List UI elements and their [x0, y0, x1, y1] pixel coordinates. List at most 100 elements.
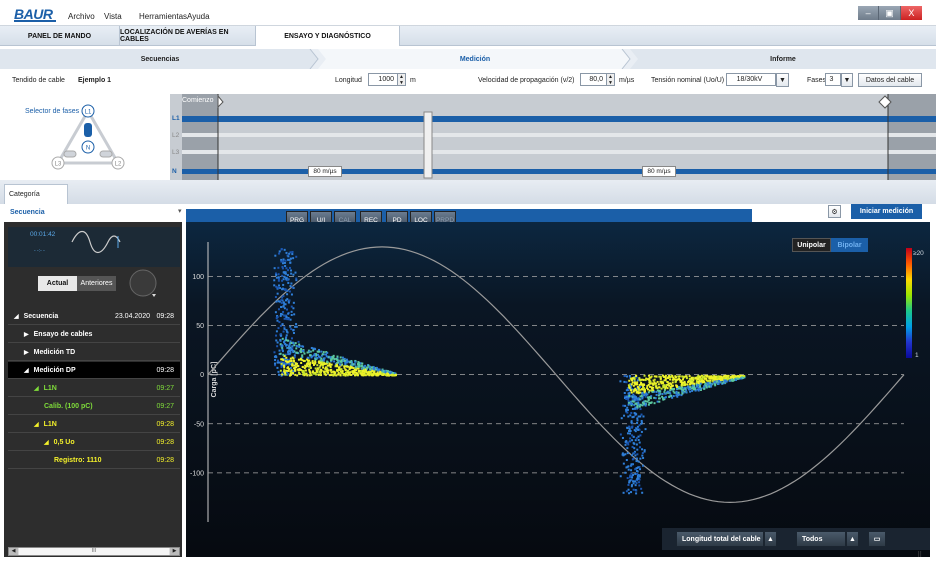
tab-ensayo-diagnostico[interactable]: ENSAYO Y DIAGNÓSTICO: [256, 26, 400, 46]
tree-arrow-icon[interactable]: ◢: [34, 421, 39, 428]
category-tab[interactable]: Categoría: [4, 184, 68, 204]
pd-point: [286, 279, 289, 282]
length-dropdown[interactable]: Longitud total del cable: [676, 531, 764, 547]
tree-arrow-icon[interactable]: ▶: [24, 331, 29, 338]
start-marker-icon[interactable]: [217, 94, 224, 109]
node-n[interactable]: N: [86, 146, 90, 152]
folder-icon[interactable]: ▭: [868, 531, 886, 547]
dial-icon[interactable]: [128, 268, 160, 300]
pd-point: [629, 437, 632, 440]
pd-point: [685, 375, 688, 378]
cursor-handle-icon[interactable]: [423, 111, 433, 179]
tree-item[interactable]: ◢ 0,5 Uo 09:28: [8, 434, 180, 451]
tab-localizacion-averias[interactable]: LOCALIZACIÓN DE AVERÍAS EN CABLES: [120, 26, 256, 46]
tree-item[interactable]: ◢ L1N 09:27: [8, 380, 180, 397]
tree-item-label: 0,5 Uo: [53, 438, 75, 446]
bipolar-option[interactable]: Bipolar: [831, 238, 868, 252]
scroll-right-icon[interactable]: ▶: [170, 548, 179, 555]
gear-icon[interactable]: ⚙: [828, 205, 841, 218]
pd-point: [306, 364, 309, 367]
chevron-down-icon[interactable]: ▾: [178, 207, 182, 215]
pd-point: [340, 360, 343, 363]
tree-arrow-icon[interactable]: ◢: [14, 313, 19, 320]
filter-dropdown[interactable]: Todos: [796, 531, 846, 547]
pd-point: [708, 377, 711, 380]
tree-item[interactable]: ◢ L1N 09:28: [8, 416, 180, 433]
pd-point: [375, 366, 378, 369]
cable-data-button[interactable]: Datos del cable: [858, 73, 922, 87]
horizontal-scrollbar[interactable]: III ◀ ▶: [8, 547, 180, 556]
pd-point: [687, 380, 690, 383]
step-informe[interactable]: Informe: [630, 49, 936, 69]
tree-arrow-icon[interactable]: ◢: [44, 439, 49, 446]
menu-ayuda[interactable]: Ayuda: [187, 12, 210, 21]
scroll-left-icon[interactable]: ◀: [9, 548, 18, 555]
pd-point: [637, 392, 640, 395]
voltage-select[interactable]: 18/30kV: [726, 73, 776, 86]
phases-select[interactable]: 3: [825, 73, 841, 86]
tree-item[interactable]: Calib. (100 pC) 09:27: [8, 398, 180, 415]
chevron-up-icon[interactable]: ▲: [846, 531, 859, 547]
node-l2[interactable]: L2: [115, 162, 122, 168]
tree-item[interactable]: Registro: 1110 09:28: [8, 452, 180, 469]
menu-archivo[interactable]: Archivo: [68, 12, 95, 21]
category-select[interactable]: Secuencia: [10, 209, 45, 216]
phase-selector-diagram[interactable]: L1 N L3 L2: [48, 103, 130, 175]
prpd-chart[interactable]: 100500-50-100Carga [pC]: [186, 222, 930, 557]
chevron-up-icon[interactable]: ▲: [764, 531, 777, 547]
pd-point: [277, 308, 280, 311]
pd-point: [680, 380, 683, 383]
spin-down-icon[interactable]: ▼: [608, 80, 613, 86]
pd-point: [330, 358, 333, 361]
pd-point: [626, 477, 629, 480]
pd-point: [647, 397, 650, 400]
chevron-down-icon[interactable]: ▼: [841, 73, 853, 87]
tab-anteriores[interactable]: Anteriores: [77, 276, 116, 291]
pd-point: [626, 406, 629, 409]
tree-arrow-icon[interactable]: ◢: [34, 385, 39, 392]
close-button[interactable]: X: [900, 6, 922, 20]
tab-panel-de-mando[interactable]: PANEL DE MANDO: [0, 26, 120, 46]
pd-cluster[interactable]: [273, 248, 397, 377]
length-input[interactable]: 1000: [368, 73, 398, 86]
pd-cluster[interactable]: [619, 374, 746, 495]
step-secuencias[interactable]: Secuencias: [0, 49, 320, 69]
length-spinner[interactable]: ▲ ▼: [398, 73, 406, 86]
pd-point: [663, 384, 666, 387]
minimize-button[interactable]: –: [858, 6, 880, 20]
pd-point: [294, 373, 297, 376]
unipolar-option[interactable]: Unipolar: [792, 238, 831, 252]
pd-point: [631, 439, 634, 442]
start-measurement-button[interactable]: Iniciar medición: [851, 204, 922, 219]
tree-arrow-icon[interactable]: ▶: [24, 349, 29, 356]
tree-item[interactable]: ▶ Ensayo de cables: [8, 326, 180, 343]
node-l3[interactable]: L3: [55, 162, 62, 168]
chevron-down-icon[interactable]: ▼: [776, 73, 789, 87]
pd-point: [329, 368, 332, 371]
step-medicion[interactable]: Medición: [320, 49, 630, 69]
pd-point: [287, 372, 290, 375]
pd-point: [285, 336, 288, 339]
tree-item[interactable]: ◢ Medición DP 09:28: [8, 362, 180, 379]
restore-button[interactable]: ▣: [879, 6, 901, 20]
menu-vista[interactable]: Vista: [104, 12, 122, 21]
spin-down-icon[interactable]: ▼: [399, 80, 404, 86]
tab-actual[interactable]: Actual: [38, 276, 77, 291]
scroll-thumb[interactable]: III: [19, 548, 169, 555]
speed-right-badge[interactable]: 80 m/µs: [642, 166, 676, 177]
pd-point: [661, 392, 664, 395]
tree-item[interactable]: ◢ Secuencia 23.04.2020 09:28: [8, 308, 180, 325]
velocity-spinner[interactable]: ▲ ▼: [607, 73, 615, 86]
end-marker-icon[interactable]: [878, 95, 892, 109]
tree-arrow-icon[interactable]: ◢: [24, 367, 29, 374]
tree-item[interactable]: ▶ Medición TD: [8, 344, 180, 361]
velocity-input[interactable]: 80,0: [580, 73, 607, 86]
pd-point: [291, 253, 294, 256]
node-l1[interactable]: L1: [85, 110, 92, 116]
speed-left-badge[interactable]: 80 m/µs: [308, 166, 342, 177]
menu-herramientas[interactable]: Herramientas: [139, 12, 187, 21]
category-bar: [0, 180, 936, 204]
resize-grip-icon[interactable]: ⠿: [917, 551, 922, 559]
pd-point: [280, 361, 283, 364]
pd-point: [656, 387, 659, 390]
